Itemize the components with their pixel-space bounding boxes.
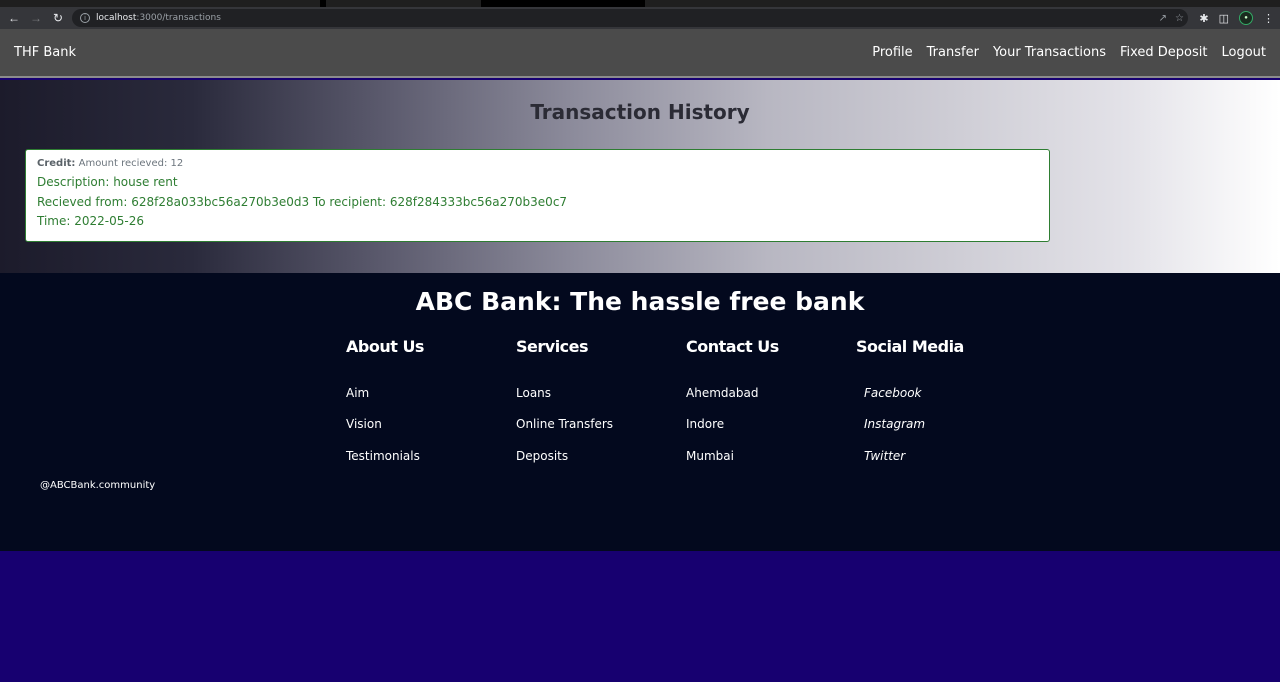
transaction-summary: Credit: Amount recieved: 12 xyxy=(37,158,1038,169)
browser-actions: ✱ ◫ ● ⋮ xyxy=(1199,7,1274,29)
nav-profile-link[interactable]: Profile xyxy=(872,45,912,60)
community-handle: @ABCBank.community xyxy=(40,480,156,491)
transaction-route: Recieved from: 628f28a033bc56a270b3e0d3 … xyxy=(37,194,568,209)
footer-title: ABC Bank: The hassle free bank xyxy=(415,287,865,316)
footer-column-about: About Us Aim Vision Testimonials xyxy=(346,337,511,480)
browser-tab-strip xyxy=(0,0,1280,7)
transaction-amount: Amount recieved: 12 xyxy=(78,158,184,169)
footer-link-online-transfers[interactable]: Online Transfers xyxy=(516,417,681,448)
transaction-card: Credit: Amount recieved: 12 Description:… xyxy=(25,149,1050,242)
footer-heading: Contact Us xyxy=(686,337,779,356)
footer-heading: About Us xyxy=(346,337,424,356)
browser-tab[interactable] xyxy=(0,0,320,7)
transactions-section: Transaction History Credit: Amount recie… xyxy=(0,80,1280,273)
app-navbar: THF Bank Profile Transfer Your Transacti… xyxy=(0,29,1280,78)
footer-link-indore[interactable]: Indore xyxy=(686,417,851,448)
browser-tab[interactable] xyxy=(645,0,1280,7)
page-background xyxy=(0,551,1280,682)
footer-heading: Services xyxy=(516,337,589,356)
footer-link-mumbai[interactable]: Mumbai xyxy=(686,449,851,480)
footer-link-testimonials[interactable]: Testimonials xyxy=(346,449,511,480)
brand-link[interactable]: THF Bank xyxy=(14,45,76,60)
profile-avatar-icon[interactable]: ● xyxy=(1239,11,1253,25)
footer-heading: Social Media xyxy=(856,337,964,356)
reload-icon[interactable]: ↻ xyxy=(47,7,69,29)
back-icon[interactable]: ← xyxy=(3,7,25,29)
menu-kebab-icon[interactable]: ⋮ xyxy=(1263,12,1274,25)
nav-fixed-deposit-link[interactable]: Fixed Deposit xyxy=(1120,45,1208,60)
address-bar[interactable]: i localhost:3000/transactions ↗ ☆ xyxy=(72,9,1188,27)
footer-link-ahemdabad[interactable]: Ahemdabad xyxy=(686,386,851,417)
footer-column-contact: Contact Us Ahemdabad Indore Mumbai xyxy=(686,337,851,480)
footer-link-vision[interactable]: Vision xyxy=(346,417,511,448)
footer-link-facebook[interactable]: Facebook xyxy=(856,386,1021,417)
transaction-time: Time: 2022-05-26 xyxy=(37,214,144,228)
footer-link-instagram[interactable]: Instagram xyxy=(856,417,1021,448)
transaction-description: Description: house rent xyxy=(37,175,178,189)
forward-icon[interactable]: → xyxy=(25,7,47,29)
share-icon[interactable]: ↗ xyxy=(1159,13,1167,24)
footer-link-twitter[interactable]: Twitter xyxy=(856,449,1021,480)
footer-link-aim[interactable]: Aim xyxy=(346,386,511,417)
side-panel-icon[interactable]: ◫ xyxy=(1219,12,1229,25)
browser-tab[interactable] xyxy=(326,0,481,7)
transaction-type: Credit: xyxy=(37,158,76,169)
footer-link-loans[interactable]: Loans xyxy=(516,386,681,417)
bookmark-star-icon[interactable]: ☆ xyxy=(1175,13,1184,24)
nav-logout-link[interactable]: Logout xyxy=(1221,45,1266,60)
nav-transfer-link[interactable]: Transfer xyxy=(927,45,979,60)
extensions-icon[interactable]: ✱ xyxy=(1199,12,1208,25)
nav-transactions-link[interactable]: Your Transactions xyxy=(993,45,1106,60)
nav-links: Profile Transfer Your Transactions Fixed… xyxy=(872,45,1266,60)
footer-link-deposits[interactable]: Deposits xyxy=(516,449,681,480)
url-text: localhost:3000/transactions xyxy=(96,13,221,23)
browser-toolbar: ← → ↻ i localhost:3000/transactions ↗ ☆ xyxy=(0,7,1280,29)
site-footer: ABC Bank: The hassle free bank About Us … xyxy=(0,273,1280,551)
page-title: Transaction History xyxy=(530,100,750,124)
info-icon[interactable]: i xyxy=(80,13,90,23)
footer-column-services: Services Loans Online Transfers Deposits xyxy=(516,337,681,480)
footer-column-social: Social Media Facebook Instagram Twitter xyxy=(856,337,1021,480)
